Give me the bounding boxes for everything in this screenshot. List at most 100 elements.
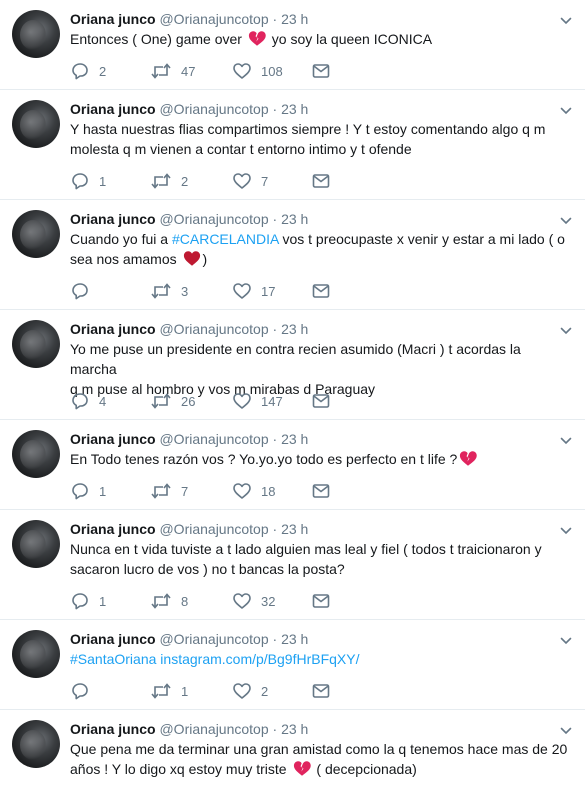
reply-button[interactable]: 1 xyxy=(70,171,106,191)
like-button[interactable]: 7 xyxy=(232,171,268,191)
reply-button[interactable]: 1 xyxy=(70,481,106,501)
tweet-header: Oriana junco @Orianajuncotop · 23 h xyxy=(70,100,308,118)
author-name[interactable]: Oriana junco xyxy=(70,631,156,647)
reply-button[interactable]: 2 xyxy=(70,61,106,81)
chevron-down-icon[interactable] xyxy=(559,14,573,28)
author-name[interactable]: Oriana junco xyxy=(70,211,156,227)
chevron-down-icon[interactable] xyxy=(559,724,573,738)
tweet[interactable]: Oriana junco @Orianajuncotop · 23 h Cuan… xyxy=(0,200,585,310)
retweet-icon xyxy=(150,281,172,301)
tweet[interactable]: Oriana junco @Orianajuncotop · 23 h Nunc… xyxy=(0,510,585,620)
author-name[interactable]: Oriana junco xyxy=(70,11,156,27)
author-handle[interactable]: @Orianajuncotop xyxy=(159,321,268,337)
tweet[interactable]: Oriana junco @Orianajuncotop · 23 h #San… xyxy=(0,620,585,710)
direct-message-icon xyxy=(311,391,331,411)
direct-message-button[interactable] xyxy=(311,681,331,701)
chevron-down-icon[interactable] xyxy=(559,634,573,648)
avatar[interactable] xyxy=(12,210,60,258)
timestamp[interactable]: 23 h xyxy=(281,521,308,537)
separator-dot: · xyxy=(272,431,278,447)
tweet[interactable]: Oriana junco @Orianajuncotop · 23 h Y ha… xyxy=(0,90,585,200)
broken-heart-emoji-icon xyxy=(248,30,266,47)
tweet-text-line: molesta q m vienen a contar t entorno in… xyxy=(70,141,412,157)
direct-message-button[interactable] xyxy=(311,591,331,611)
author-handle[interactable]: @Orianajuncotop xyxy=(159,721,268,737)
direct-message-button[interactable] xyxy=(311,481,331,501)
reply-button[interactable]: 4 xyxy=(70,391,106,411)
like-button[interactable]: 147 xyxy=(232,391,283,411)
timestamp[interactable]: 23 h xyxy=(281,211,308,227)
retweet-button[interactable]: 47 xyxy=(150,61,195,81)
like-button[interactable]: 108 xyxy=(232,61,283,81)
author-name[interactable]: Oriana junco xyxy=(70,321,156,337)
tweet[interactable]: Oriana junco @Orianajuncotop · 23 h En T… xyxy=(0,420,585,510)
timestamp[interactable]: 23 h xyxy=(281,431,308,447)
like-button[interactable]: 32 xyxy=(232,591,275,611)
tweet-text: Entonces ( One) game over yo soy la quee… xyxy=(70,29,570,49)
chevron-down-icon[interactable] xyxy=(559,214,573,228)
direct-message-button[interactable] xyxy=(311,61,331,81)
retweet-button[interactable]: 26 xyxy=(150,391,195,411)
author-handle[interactable]: @Orianajuncotop xyxy=(159,11,268,27)
retweet-button[interactable]: 7 xyxy=(150,481,188,501)
reply-button[interactable]: 1 xyxy=(70,591,106,611)
like-button[interactable]: 18 xyxy=(232,481,275,501)
direct-message-button[interactable] xyxy=(311,171,331,191)
tweet-header: Oriana junco @Orianajuncotop · 23 h xyxy=(70,10,308,28)
tweet-text: #SantaOriana instagram.com/p/Bg9fHrBFqXY… xyxy=(70,649,570,669)
avatar[interactable] xyxy=(12,430,60,478)
author-name[interactable]: Oriana junco xyxy=(70,521,156,537)
tweet[interactable]: Oriana junco @Orianajuncotop · 23 h Ento… xyxy=(0,0,585,90)
author-name[interactable]: Oriana junco xyxy=(70,431,156,447)
retweet-button[interactable]: 2 xyxy=(150,171,188,191)
author-handle[interactable]: @Orianajuncotop xyxy=(159,631,268,647)
like-icon xyxy=(232,481,252,501)
timestamp[interactable]: 23 h xyxy=(281,11,308,27)
avatar[interactable] xyxy=(12,630,60,678)
retweet-button[interactable]: 8 xyxy=(150,591,188,611)
like-button[interactable]: 2 xyxy=(232,681,268,701)
retweet-count: 2 xyxy=(181,173,189,189)
chevron-down-icon[interactable] xyxy=(559,524,573,538)
avatar[interactable] xyxy=(12,10,60,58)
retweet-icon xyxy=(150,681,172,701)
retweet-icon xyxy=(150,171,172,191)
avatar[interactable] xyxy=(12,720,60,768)
author-handle[interactable]: @Orianajuncotop xyxy=(159,211,268,227)
timestamp[interactable]: 23 h xyxy=(281,721,308,737)
timestamp[interactable]: 23 h xyxy=(281,631,308,647)
chevron-down-icon[interactable] xyxy=(559,104,573,118)
retweet-count: 7 xyxy=(181,483,189,499)
reply-button[interactable] xyxy=(70,681,99,701)
avatar[interactable] xyxy=(12,320,60,368)
tweet-actions: 2 47 108 xyxy=(70,61,340,81)
tweet-text: Y hasta nuestras flias compartimos siemp… xyxy=(70,119,570,159)
author-handle[interactable]: @Orianajuncotop xyxy=(159,101,268,117)
like-icon xyxy=(232,171,252,191)
retweet-button[interactable]: 3 xyxy=(150,281,188,301)
chevron-down-icon[interactable] xyxy=(559,434,573,448)
author-handle[interactable]: @Orianajuncotop xyxy=(159,431,268,447)
avatar[interactable] xyxy=(12,520,60,568)
chevron-down-icon[interactable] xyxy=(559,324,573,338)
direct-message-button[interactable] xyxy=(311,281,331,301)
author-handle[interactable]: @Orianajuncotop xyxy=(159,521,268,537)
hashtag-link[interactable]: #CARCELANDIA xyxy=(172,231,279,247)
tweet-text-line: sacaron lucro de vos ) no t bancas la po… xyxy=(70,561,345,577)
tweet[interactable]: Oriana junco @Orianajuncotop · 23 h Yo m… xyxy=(0,310,585,420)
author-name[interactable]: Oriana junco xyxy=(70,721,156,737)
reply-icon xyxy=(70,61,90,81)
avatar[interactable] xyxy=(12,100,60,148)
like-button[interactable]: 17 xyxy=(232,281,275,301)
direct-message-button[interactable] xyxy=(311,391,331,411)
author-name[interactable]: Oriana junco xyxy=(70,101,156,117)
tweet-text-part: yo soy la queen ICONICA xyxy=(267,31,433,47)
reply-button[interactable] xyxy=(70,281,99,301)
timestamp[interactable]: 23 h xyxy=(281,321,308,337)
hashtag-link[interactable]: #SantaOriana xyxy=(70,651,156,667)
timestamp[interactable]: 23 h xyxy=(281,101,308,117)
direct-message-icon xyxy=(311,591,331,611)
url-link[interactable]: instagram.com/p/Bg9fHrBFqXY/ xyxy=(160,651,359,667)
tweet[interactable]: Oriana junco @Orianajuncotop · 23 h Que … xyxy=(0,710,585,793)
retweet-button[interactable]: 1 xyxy=(150,681,188,701)
